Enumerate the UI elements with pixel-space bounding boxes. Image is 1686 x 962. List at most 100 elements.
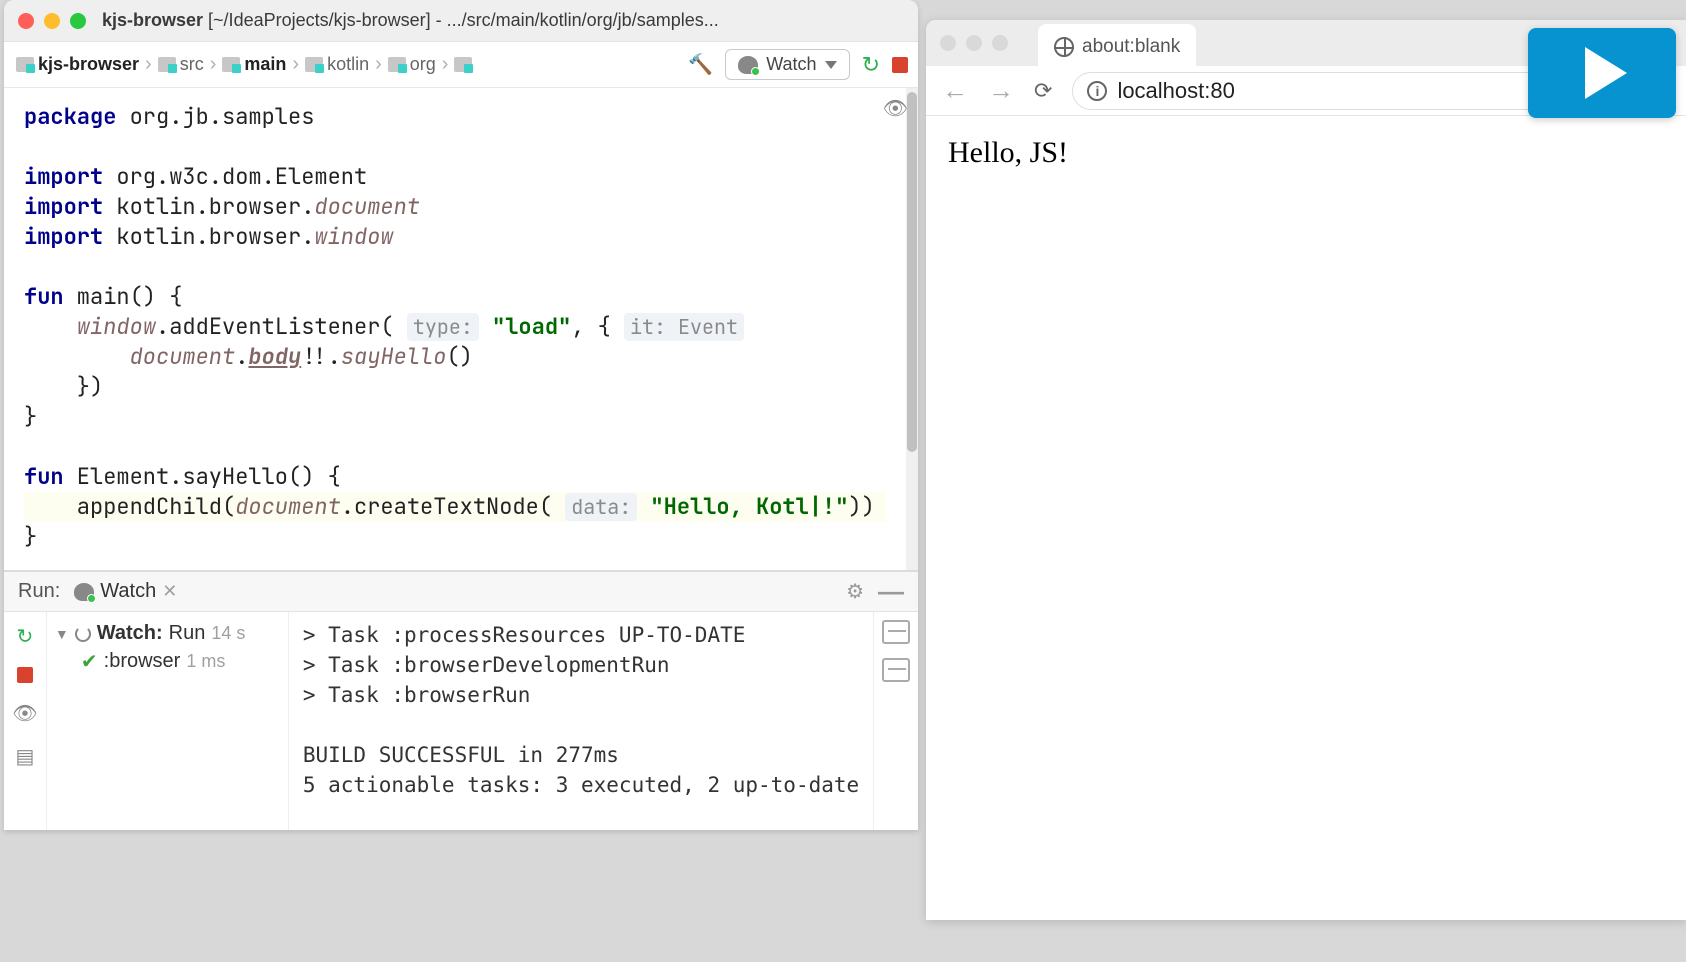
keyword: fun <box>24 462 64 491</box>
address-text: localhost:80 <box>1117 78 1234 104</box>
keyword: import <box>24 222 103 251</box>
breadcrumb-item[interactable]: kotlin <box>303 54 371 75</box>
run-tab[interactable]: Watch ✕ <box>74 580 177 603</box>
param-hint: data: <box>565 493 637 521</box>
keyword: import <box>24 192 103 221</box>
rerun-icon[interactable]: ↻ <box>17 624 34 649</box>
code-text: appendChild( <box>24 492 235 521</box>
close-window-button[interactable] <box>18 13 34 29</box>
layout-icon[interactable]: ▤ <box>15 744 34 769</box>
run-right-toolbar <box>873 612 918 830</box>
window-title: kjs-browser [~/IdeaProjects/kjs-browser]… <box>102 10 904 31</box>
site-info-icon[interactable]: i <box>1087 81 1107 101</box>
code-text: kotlin.browser. <box>103 222 314 251</box>
gradle-icon <box>74 583 94 601</box>
code-text: }) <box>24 372 103 401</box>
code-ident: window <box>77 312 156 341</box>
browser-window-controls <box>940 35 1008 51</box>
show-icon[interactable]: 👁 <box>12 701 37 726</box>
window-title-path: [~/IdeaProjects/kjs-browser] - .../src/m… <box>203 10 719 30</box>
inspections-icon[interactable]: 👁 <box>883 96 908 121</box>
gear-icon[interactable]: ⚙ <box>846 579 864 604</box>
page-text: Hello, JS! <box>948 136 1664 170</box>
run-tab-label: Watch <box>100 580 156 603</box>
zoom-window-button[interactable] <box>992 35 1008 51</box>
run-tree[interactable]: ▼ Watch: Run 14 s ✔ :browser 1 ms <box>47 612 289 830</box>
tree-node-time: 14 s <box>211 623 245 644</box>
code-ident: body <box>248 342 301 371</box>
forward-button[interactable]: → <box>988 75 1014 106</box>
back-button[interactable]: ← <box>942 75 968 106</box>
editor-wrap: package org.jb.samples import org.w3c.do… <box>4 88 918 570</box>
stop-icon[interactable] <box>17 667 33 683</box>
build-icon[interactable]: 🔨 <box>688 52 713 77</box>
breadcrumb: kjs-browser› src› main› kotlin› org› <box>14 53 682 76</box>
breadcrumb-item[interactable] <box>452 57 478 72</box>
check-icon: ✔ <box>81 649 98 674</box>
ide-toolbar: kjs-browser› src› main› kotlin› org› 🔨 W… <box>4 42 918 88</box>
code-text: kotlin.browser. <box>103 192 314 221</box>
triangle-down-icon[interactable]: ▼ <box>55 626 69 642</box>
code-text: Element.sayHello() { <box>64 462 341 491</box>
browser-viewport: Hello, JS! <box>926 116 1686 920</box>
minimize-window-button[interactable] <box>44 13 60 29</box>
editor-vertical-scrollbar[interactable] <box>906 88 918 570</box>
stop-button[interactable] <box>892 57 908 73</box>
tree-node[interactable]: ✔ :browser 1 ms <box>55 647 280 676</box>
code-text: .createTextNode( <box>341 492 565 521</box>
rerun-button[interactable]: ↻ <box>862 52 880 78</box>
softwrap-icon[interactable] <box>882 620 910 644</box>
close-window-button[interactable] <box>940 35 956 51</box>
chevron-right-icon: › <box>371 53 386 76</box>
run-left-toolbar: ↻ 👁 ▤ <box>4 612 47 830</box>
console-line: > Task :browserDevelopmentRun <box>303 653 670 677</box>
breadcrumb-item[interactable]: kjs-browser <box>14 54 141 75</box>
scroll-to-end-icon[interactable] <box>882 658 910 682</box>
folder-icon <box>305 57 323 72</box>
code-text: org.w3c.dom.Element <box>103 162 367 191</box>
console-line: > Task :processResources UP-TO-DATE <box>303 623 746 647</box>
folder-icon <box>158 57 176 72</box>
gradle-icon <box>738 56 758 74</box>
close-tab-icon[interactable]: ✕ <box>162 581 177 602</box>
globe-icon <box>1054 37 1074 57</box>
run-console-output[interactable]: > Task :processResources UP-TO-DATE > Ta… <box>289 612 873 830</box>
breadcrumb-item[interactable]: src <box>156 54 206 75</box>
window-controls <box>18 13 86 29</box>
code-text: org.jb.samples <box>116 102 314 131</box>
code-text: .addEventListener( <box>156 312 407 341</box>
code-text: } <box>24 402 37 431</box>
spinner-icon <box>75 626 91 642</box>
folder-icon <box>222 57 240 72</box>
keyword: package <box>24 102 116 131</box>
zoom-window-button[interactable] <box>70 13 86 29</box>
keyword: import <box>24 162 103 191</box>
run-panel-header: Run: Watch ✕ ⚙ — <box>4 572 918 612</box>
console-line: BUILD SUCCESSFUL in 277ms <box>303 743 619 767</box>
browser-tab[interactable]: about:blank <box>1038 24 1196 70</box>
folder-icon <box>454 57 472 72</box>
reload-button[interactable]: ⟳ <box>1034 78 1052 104</box>
toolbar-actions: 🔨 Watch ↻ <box>688 49 908 80</box>
chevron-right-icon: › <box>438 53 453 76</box>
code-text: main() { <box>64 282 183 311</box>
code-editor[interactable]: package org.jb.samples import org.w3c.do… <box>4 88 906 570</box>
code-text: , { <box>571 312 624 341</box>
minimize-panel-icon[interactable]: — <box>878 576 904 607</box>
play-overlay-button[interactable] <box>1528 28 1676 118</box>
console-line: 5 actionable tasks: 3 executed, 2 up-to-… <box>303 773 859 797</box>
minimize-window-button[interactable] <box>966 35 982 51</box>
run-config-selector[interactable]: Watch <box>725 49 849 80</box>
run-panel-body: ↻ 👁 ▤ ▼ Watch: Run 14 s ✔ :brows <box>4 612 918 830</box>
code-ident: document <box>130 342 236 371</box>
tree-node[interactable]: ▼ Watch: Run 14 s <box>55 620 280 647</box>
console-line: > Task :browserRun <box>303 683 531 707</box>
tree-node-title: Watch: <box>97 622 163 645</box>
scrollbar-thumb[interactable] <box>907 92 917 452</box>
run-panel-label: Run: <box>18 580 60 603</box>
window-title-project: kjs-browser <box>102 10 203 30</box>
breadcrumb-item[interactable]: main <box>220 54 288 75</box>
chevron-right-icon: › <box>206 53 221 76</box>
breadcrumb-item[interactable]: org <box>386 54 438 75</box>
param-hint: type: <box>407 313 479 341</box>
